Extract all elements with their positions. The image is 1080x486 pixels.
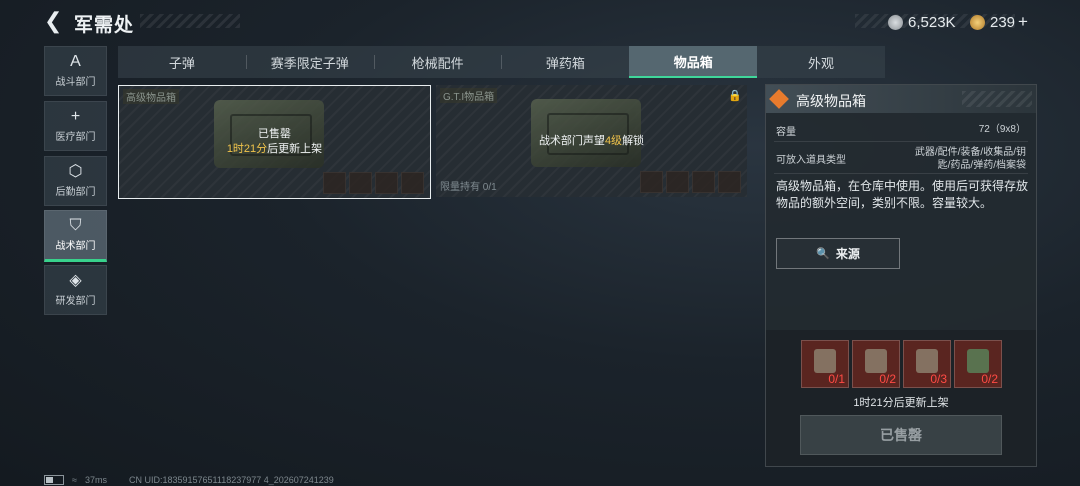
unlock-prefix: 战术部门声望 bbox=[538, 135, 605, 147]
back-arrow-icon[interactable]: ❮ bbox=[44, 10, 66, 32]
gold-coin-icon bbox=[970, 14, 985, 30]
medical-cross-icon: + bbox=[70, 108, 81, 125]
item-card-advanced-box[interactable]: 高级物品箱 已售罄 1时21分后更新上架 bbox=[118, 85, 431, 199]
timer-value: 1时21分 bbox=[226, 143, 268, 155]
currency-silver-value: 6,523K bbox=[908, 13, 956, 31]
lock-icon: 🔒 bbox=[728, 90, 742, 102]
material-count: 0/1 bbox=[828, 372, 845, 386]
card-tag: G.T.I物品箱 bbox=[440, 88, 498, 103]
unlock-suffix: 解锁 bbox=[622, 135, 645, 147]
source-button-label: 来源 bbox=[835, 247, 860, 261]
combat-icon: A bbox=[70, 53, 81, 70]
nav-research[interactable]: ◈ 研发部门 bbox=[44, 265, 107, 315]
capacity-value: 72（9x8） bbox=[978, 124, 1026, 135]
nav-logistics[interactable]: ⬡ 后勤部门 bbox=[44, 156, 107, 206]
tab-season-bullets[interactable]: 赛季限定子弹 bbox=[245, 46, 374, 78]
battery-icon bbox=[44, 475, 64, 485]
tab-bullets[interactable]: 子弹 bbox=[118, 46, 246, 78]
card-tag: 高级物品箱 bbox=[123, 89, 179, 104]
add-currency-button[interactable]: + bbox=[1018, 12, 1028, 32]
material-slot-4[interactable]: 0/2 bbox=[954, 340, 1002, 388]
material-count: 0/3 bbox=[930, 372, 947, 386]
nav-label: 后勤部门 bbox=[55, 187, 96, 198]
sold-out-button[interactable]: 已售罄 bbox=[800, 415, 1002, 455]
silver-coin-icon bbox=[888, 14, 903, 30]
tab-appearance[interactable]: 外观 bbox=[757, 46, 885, 78]
material-slot bbox=[718, 171, 741, 193]
material-slot bbox=[349, 172, 372, 194]
capacity-label: 容量 bbox=[776, 127, 796, 138]
header-decoration bbox=[140, 14, 240, 28]
divider bbox=[774, 141, 1028, 142]
nav-label: 战术部门 bbox=[55, 241, 96, 252]
machine-icon bbox=[916, 349, 938, 373]
material-slot-3[interactable]: 0/3 bbox=[903, 340, 951, 388]
item-card-gti-box[interactable]: G.T.I物品箱 🔒 战术部门声望4级解锁 限量持有 0/1 bbox=[436, 85, 747, 197]
status-footer: ≈ 37ms CN UID:18359157651118237977 4_202… bbox=[44, 475, 334, 485]
uid-text: CN UID:18359157651118237977 4_2026072412… bbox=[128, 475, 334, 485]
material-slot-1[interactable]: 0/1 bbox=[801, 340, 849, 388]
types-value-line: 匙/药品/弹药/档案袋 bbox=[937, 160, 1026, 171]
tab-ammo-box[interactable]: 弹药箱 bbox=[501, 46, 629, 78]
material-slot bbox=[640, 171, 663, 193]
material-slot bbox=[692, 171, 715, 193]
wifi-icon: ≈ bbox=[72, 475, 77, 485]
page-title: 军需处 bbox=[74, 15, 135, 36]
material-slots bbox=[323, 172, 424, 194]
material-slot bbox=[401, 172, 424, 194]
material-slot-2[interactable]: 0/2 bbox=[852, 340, 900, 388]
unlock-requirement: 战术部门声望4级解锁 bbox=[436, 134, 747, 149]
device-icon bbox=[865, 349, 887, 373]
bust-icon bbox=[814, 349, 836, 373]
circuit-board-icon bbox=[967, 349, 989, 373]
tab-attachments[interactable]: 枪械配件 bbox=[373, 46, 502, 78]
logistics-icon: ⬡ bbox=[68, 163, 83, 180]
material-slot bbox=[375, 172, 398, 194]
types-value-line: 武器/配件/装备/收集品/钥 bbox=[914, 147, 1026, 158]
panel-header: 高级物品箱 bbox=[766, 85, 1036, 113]
source-button[interactable]: 🔍 来源 bbox=[776, 238, 900, 269]
material-slots bbox=[640, 171, 741, 193]
material-slot bbox=[323, 172, 346, 194]
unlock-level: 4级 bbox=[604, 135, 623, 147]
material-count: 0/2 bbox=[981, 372, 998, 386]
currency-gold: 239 + bbox=[970, 11, 1028, 33]
item-detail-panel: 高级物品箱 容量 72（9x8） 可放入道具类型 武器/配件/装备/收集品/钥 … bbox=[765, 84, 1037, 467]
holding-limit: 限量持有 0/1 bbox=[440, 182, 497, 193]
material-slot bbox=[666, 171, 689, 193]
shield-icon: ⛉ bbox=[69, 217, 82, 234]
timer-suffix: 后更新上架 bbox=[267, 143, 323, 155]
refresh-timer: 1时21分后更新上架 bbox=[853, 397, 949, 409]
card-status: 已售罄 1时21分后更新上架 bbox=[119, 127, 430, 157]
nav-combat[interactable]: A 战斗部门 bbox=[44, 46, 107, 96]
nav-medical[interactable]: + 医疗部门 bbox=[44, 101, 107, 151]
types-value: 武器/配件/装备/收集品/钥 匙/药品/弹药/档案袋 bbox=[915, 146, 1026, 172]
currency-gold-value: 239 bbox=[990, 13, 1016, 31]
nav-label: 医疗部门 bbox=[55, 132, 96, 143]
nav-tactical[interactable]: ⛉ 战术部门 bbox=[44, 210, 107, 262]
header-decoration bbox=[962, 91, 1032, 107]
material-count: 0/2 bbox=[879, 372, 896, 386]
search-icon: 🔍 bbox=[816, 248, 830, 260]
ping-value: 37ms bbox=[84, 475, 107, 485]
nav-label: 研发部门 bbox=[55, 296, 96, 307]
nav-label: 战斗部门 bbox=[55, 77, 96, 88]
currency-silver: 6,523K bbox=[888, 11, 956, 33]
research-icon: ◈ bbox=[69, 272, 82, 289]
item-box-image bbox=[531, 99, 641, 167]
panel-title: 高级物品箱 bbox=[796, 93, 866, 109]
types-label: 可放入道具类型 bbox=[776, 155, 846, 166]
item-rarity-icon bbox=[769, 89, 789, 109]
item-description: 高级物品箱，在仓库中使用。使用后可获得存放物品的额外空间，类别不限。容量较大。 bbox=[776, 179, 1029, 210]
sold-out-label: 已售罄 bbox=[258, 128, 291, 140]
category-tabs: 子弹 赛季限定子弹 枪械配件 弹药箱 物品箱 外观 bbox=[118, 46, 885, 78]
tab-item-box[interactable]: 物品箱 bbox=[629, 46, 758, 78]
divider bbox=[774, 173, 1028, 174]
